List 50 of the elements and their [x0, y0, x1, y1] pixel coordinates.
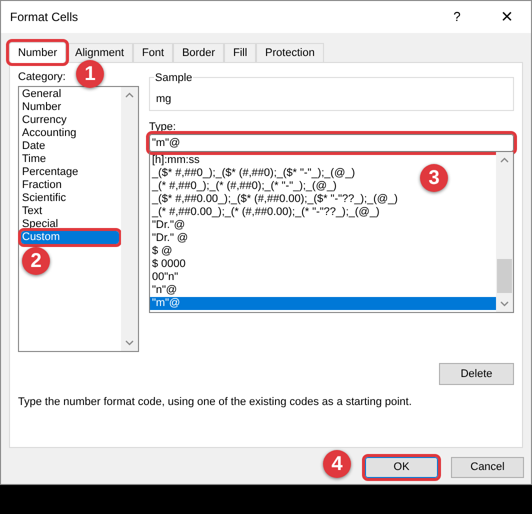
description-text: Type the number format code, using one of the existing codes as a starting point.	[18, 395, 413, 410]
category-item[interactable]: Time	[21, 153, 119, 166]
category-item[interactable]: General	[21, 88, 119, 101]
sample-value: mg	[156, 92, 172, 106]
format-item[interactable]: _(* #,##0.00_);_(* (#,##0.00);_(* "-"??_);_(@_)	[150, 206, 382, 219]
sample-label: Sample	[154, 70, 194, 86]
format-item[interactable]: $ @	[150, 245, 174, 258]
scroll-down-icon[interactable]	[125, 340, 134, 346]
scroll-up-icon[interactable]	[500, 157, 509, 163]
tab[interactable]: Fill	[224, 43, 256, 62]
type-label: Type:	[149, 120, 177, 134]
format-item[interactable]: _($* #,##0_);_($* (#,##0);_($* "-"_);_(@_)	[150, 167, 358, 180]
category-item[interactable]: Scientific	[21, 192, 119, 205]
category-item[interactable]: Date	[21, 140, 119, 153]
category-item[interactable]: Currency	[21, 114, 119, 127]
format-item[interactable]: $ 0000	[150, 258, 188, 271]
category-item[interactable]: Special	[21, 218, 119, 231]
format-item[interactable]: [h]:mm:ss	[150, 154, 202, 167]
delete-button[interactable]: Delete	[439, 363, 514, 385]
format-item[interactable]: _(* #,##0_);_(* (#,##0);_(* "-"_);_(@_)	[150, 180, 339, 193]
tab[interactable]: Font	[133, 43, 174, 62]
format-item[interactable]: "n"@	[150, 284, 180, 297]
format-item[interactable]: "Dr."@	[150, 219, 188, 232]
type-input[interactable]: "m"@	[149, 134, 514, 152]
help-button[interactable]: ?	[442, 7, 472, 27]
tab[interactable]: Number	[9, 42, 66, 63]
scroll-down-icon[interactable]	[500, 301, 509, 307]
category-item[interactable]: Text	[21, 205, 119, 218]
tab[interactable]: Alignment	[66, 43, 134, 62]
dialog-button[interactable]: OK	[365, 457, 438, 478]
category-label: Category:	[18, 70, 66, 85]
scrollbar-thumb[interactable]	[497, 259, 512, 293]
format-item[interactable]: 00"n"	[150, 271, 180, 284]
close-button[interactable]: ×	[492, 2, 522, 32]
format-item[interactable]: "Dr." @	[150, 232, 190, 245]
category-item[interactable]: Custom	[21, 231, 119, 244]
window-title: Format Cells	[10, 9, 80, 26]
category-item[interactable]: Accounting	[21, 127, 119, 140]
tab[interactable]: Protection	[256, 43, 324, 62]
category-item[interactable]: Fraction	[21, 179, 119, 192]
scroll-up-icon[interactable]	[125, 92, 134, 98]
format-item[interactable]: "m"@	[150, 297, 496, 310]
format-list[interactable]	[149, 152, 514, 313]
scrollbar[interactable]	[121, 87, 138, 351]
category-item[interactable]: Number	[21, 101, 119, 114]
format-item[interactable]: _($* #,##0.00_);_($* (#,##0.00);_($* "-"??_);_(@_)	[150, 193, 400, 206]
scrollbar[interactable]	[496, 152, 513, 312]
tab[interactable]: Border	[173, 43, 224, 62]
dialog-button[interactable]: Cancel	[451, 457, 524, 478]
category-item[interactable]: Percentage	[21, 166, 119, 179]
